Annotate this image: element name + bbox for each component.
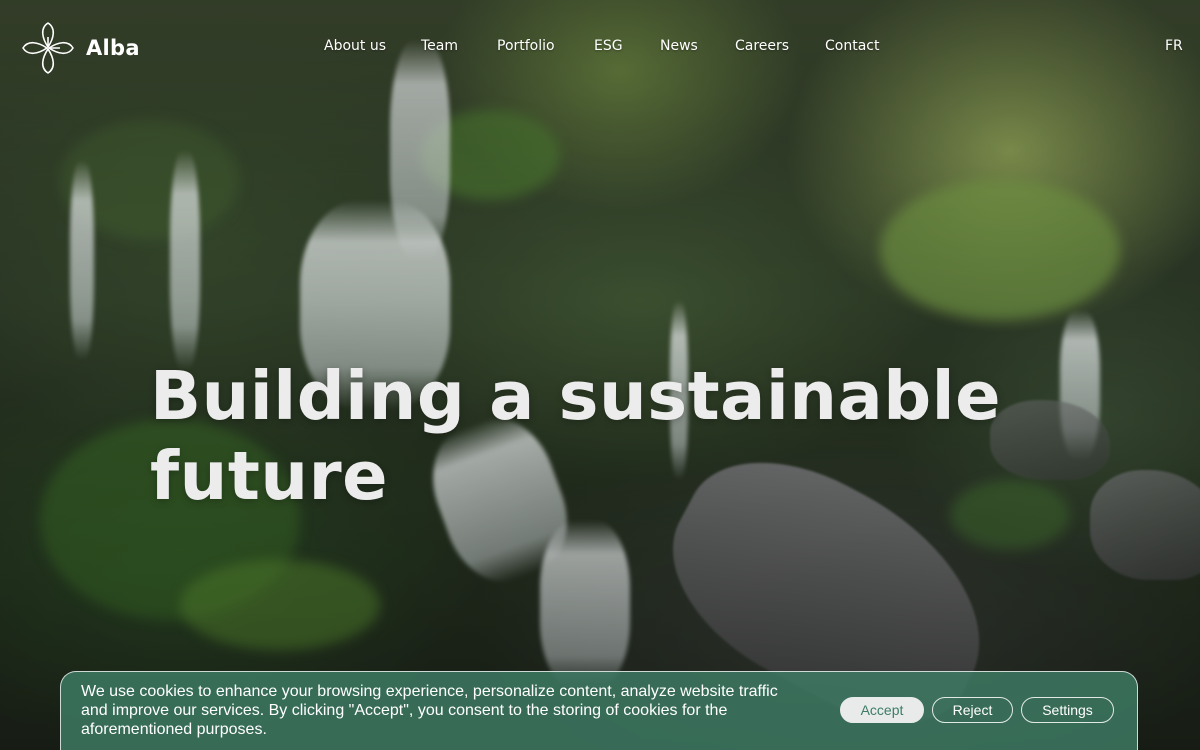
accept-cookies-button[interactable]: Accept [840, 697, 924, 723]
nav-item-portfolio[interactable]: Portfolio [497, 38, 555, 54]
cookie-consent-banner: We use cookies to enhance your browsing … [60, 671, 1138, 750]
nav-item-contact[interactable]: Contact [825, 38, 879, 54]
nav-item-careers[interactable]: Careers [735, 38, 789, 54]
nav-item-about-us[interactable]: About us [324, 38, 386, 54]
cookie-message: We use cookies to enhance your browsing … [81, 683, 778, 738]
hero-headline-line-2: future [150, 437, 389, 515]
cookie-actions: Accept Reject Settings [840, 697, 1114, 723]
nav-item-esg[interactable]: ESG [594, 38, 623, 54]
nav-item-team[interactable]: Team [421, 38, 458, 54]
language-toggle[interactable]: FR [1165, 38, 1183, 54]
site-header: Alba About us Team Portfolio ESG News Ca… [0, 0, 1200, 95]
nav-item-news[interactable]: News [660, 38, 698, 54]
hero-headline-line-1: Building a sustainable [150, 357, 1002, 435]
main-navigation: About us Team Portfolio ESG News Careers… [0, 38, 1200, 58]
hero-headline: Building a sustainable future [150, 356, 1050, 516]
cookie-settings-button[interactable]: Settings [1021, 697, 1114, 723]
reject-cookies-button[interactable]: Reject [932, 697, 1013, 723]
